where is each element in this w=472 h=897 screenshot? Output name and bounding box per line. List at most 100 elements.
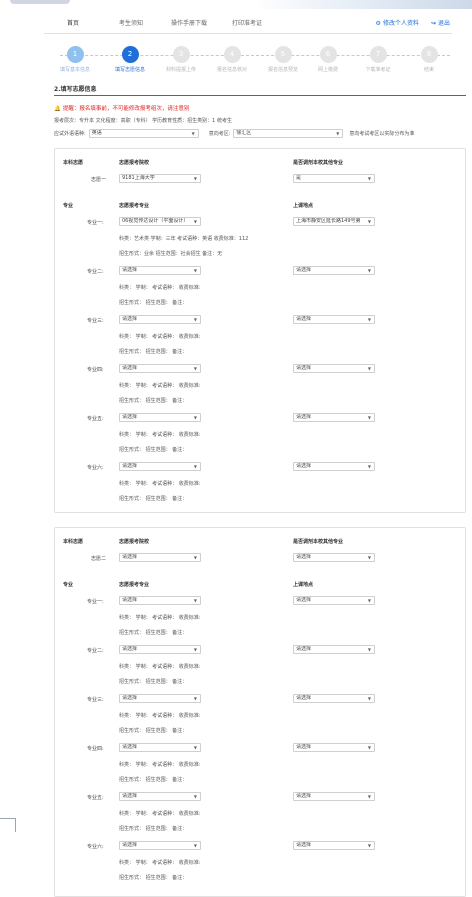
gear-icon: ⚙ xyxy=(375,20,381,27)
chevron-down-icon: ▼ xyxy=(367,176,371,181)
major-section-label: 专业 xyxy=(63,582,74,588)
step-number: 6 xyxy=(319,46,337,63)
chevron-down-icon: ▼ xyxy=(193,317,197,322)
chevron-down-icon: ▼ xyxy=(193,598,197,603)
major-detail-line1: 科类： 学制： 考试语种： 收费标准: xyxy=(119,432,201,438)
chevron-down-icon: ▼ xyxy=(367,555,371,560)
nav-manual-download[interactable]: 操作手册下载 xyxy=(160,17,218,31)
user-actions: ⚙ 修改个人资料 ↪ 退出 xyxy=(376,17,450,31)
language-select[interactable]: 英语 ▼ xyxy=(88,129,199,138)
chevron-down-icon: ▼ xyxy=(193,555,197,560)
major-section-label: 专业 xyxy=(63,203,74,209)
wish-card-2: 本科志愿 志愿报考院校 是否调剂本校其他专业 志愿二 请选择 ▼ 请选择 ▼ 专业 志愿报考专业上… xyxy=(54,527,466,897)
major-header: 志愿报考专业 xyxy=(119,582,150,588)
major-select[interactable]: 请选择 ▼ xyxy=(119,364,201,373)
location-select[interactable]: 请选择 ▼ xyxy=(293,792,375,801)
major-detail-line1: 科类： 学制： 考试语种： 收费标准: xyxy=(119,334,201,340)
chevron-down-icon: ▼ xyxy=(193,415,197,420)
major-detail-line2: 招生形式： 招生范围： 备注： xyxy=(119,300,188,306)
major-select[interactable]: 请选择 ▼ xyxy=(119,266,201,275)
edit-profile-link[interactable]: ⚙ 修改个人资料 xyxy=(376,17,419,31)
major-select[interactable]: 请选择 ▼ xyxy=(119,315,201,324)
area-label: 意向考区: xyxy=(208,131,231,137)
major-detail-line2: 招生形式： 招生范围： 备注： xyxy=(119,728,188,734)
major-detail-line1: 科类： 学制： 考试语种： 收费标准: xyxy=(119,664,201,670)
school-select[interactable]: 9181上海大学 ▼ xyxy=(119,174,201,183)
major-detail-line1: 科类：艺术类 学制：三年 考试语种：英语 收费标准：112 xyxy=(119,236,249,242)
major-label: 专业一: xyxy=(87,220,104,226)
major-select[interactable]: 请选择 ▼ xyxy=(119,694,201,703)
step-6: 6 网上缴费 xyxy=(305,46,351,73)
adjust-select[interactable]: 请选择 ▼ xyxy=(293,553,375,562)
major-select[interactable]: 请选择 ▼ xyxy=(119,462,201,471)
applicant-info: 报考层次：专升本 文化程度：高职（专科） 学历教育性质：招生类别：1 统考生 xyxy=(54,118,232,124)
major-label: 专业三: xyxy=(87,318,104,324)
major-select[interactable]: 请选择 ▼ xyxy=(119,743,201,752)
location-select[interactable]: 请选择 ▼ xyxy=(293,315,375,324)
wish-card-1: 本科志愿 志愿报考院校 是否调剂本校其他专业 志愿一 9181上海大学 ▼ 是 ▼ 专业 志愿报考… xyxy=(54,148,466,513)
step-number: 8 xyxy=(420,46,438,63)
major-select[interactable]: 请选择 ▼ xyxy=(119,792,201,801)
location-select[interactable]: 上海市静安区延长路149号第 ▼ xyxy=(293,217,375,226)
section-title: 2.填写志愿信息 xyxy=(54,86,97,93)
major-label: 专业六: xyxy=(87,844,104,850)
exam-filter: 应试外语语种: 英语 ▼ 意向考区: 徐汇区 ▼ 意向考试考区以实际分布为准 xyxy=(54,129,414,138)
area-note: 意向考试考区以实际分布为准 xyxy=(349,131,415,137)
step-label: 结束 xyxy=(423,67,434,73)
major-detail-line2: 招生形式： 招生范围： 备注： xyxy=(119,630,188,636)
logout-link[interactable]: ↪ 退出 xyxy=(431,17,450,31)
chevron-down-icon: ▼ xyxy=(367,843,371,848)
major-label: 专业二: xyxy=(87,269,104,275)
major-label: 专业五: xyxy=(87,795,104,801)
location-select[interactable]: 请选择 ▼ xyxy=(293,645,375,654)
school-header: 志愿报考院校 xyxy=(119,160,150,166)
step-number: 5 xyxy=(274,46,292,63)
major-detail-line2: 招生形式：业余 招生范围：社会招生 备注：无 xyxy=(119,251,223,257)
chevron-down-icon: ▼ xyxy=(367,794,371,799)
major-detail-line1: 科类： 学制： 考试语种： 收费标准: xyxy=(119,860,201,866)
adjust-select[interactable]: 是 ▼ xyxy=(293,174,375,183)
nav-notice[interactable]: 考生须知 xyxy=(102,17,160,31)
chevron-down-icon: ▼ xyxy=(193,219,197,224)
major-detail-line1: 科类： 学制： 考试语种： 收费标准: xyxy=(119,285,201,291)
major-detail-line2: 招生形式： 招生范围： 备注： xyxy=(119,679,188,685)
major-detail-line1: 科类： 学制： 考试语种： 收费标准: xyxy=(119,481,201,487)
wish-label: 志愿一 xyxy=(91,177,107,183)
chevron-down-icon: ▼ xyxy=(367,647,371,652)
adjust-header: 是否调剂本校其他专业 xyxy=(293,160,344,166)
major-detail-line2: 招生形式： 招生范围： 备注： xyxy=(119,496,188,502)
chevron-down-icon: ▼ xyxy=(367,317,371,322)
location-select[interactable]: 请选择 ▼ xyxy=(293,743,375,752)
location-select[interactable]: 请选择 ▼ xyxy=(293,413,375,422)
step-number: 3 xyxy=(172,46,190,63)
major-select[interactable]: 请选择 ▼ xyxy=(119,645,201,654)
wish-section-label: 本科志愿 xyxy=(63,160,84,166)
chevron-down-icon: ▼ xyxy=(193,794,197,799)
top-bar: 首页 考生须知 操作手册下载 打印准考证 ⚙ 修改个人资料 ↪ 退出 xyxy=(0,0,472,42)
major-detail-line2: 招生形式： 招生范围： 备注： xyxy=(119,349,188,355)
major-select[interactable]: 请选择 ▼ xyxy=(119,841,201,850)
step-number: 7 xyxy=(369,46,387,63)
location-select[interactable]: 请选择 ▼ xyxy=(293,596,375,605)
nav-home[interactable]: 首页 xyxy=(44,17,102,31)
major-select[interactable]: 请选择 ▼ xyxy=(119,596,201,605)
area-select[interactable]: 徐汇区 ▼ xyxy=(233,129,344,138)
major-select[interactable]: 请选择 ▼ xyxy=(119,413,201,422)
step-3: 3 材料提报上传 xyxy=(158,46,204,73)
major-select[interactable]: 06视觉传达设计（平面设计） ▼ xyxy=(119,217,201,226)
step-number: 1 xyxy=(66,46,84,63)
major-detail-line1: 科类： 学制： 考试语种： 收费标准: xyxy=(119,713,201,719)
step-label: 报名信息预览 xyxy=(267,67,298,73)
school-select[interactable]: 请选择 ▼ xyxy=(119,553,201,562)
nav-print-ticket[interactable]: 打印准考证 xyxy=(218,17,276,31)
location-select[interactable]: 请选择 ▼ xyxy=(293,462,375,471)
location-select[interactable]: 请选择 ▼ xyxy=(293,364,375,373)
location-select[interactable]: 请选择 ▼ xyxy=(293,694,375,703)
chevron-down-icon: ▼ xyxy=(193,745,197,750)
major-detail-line1: 科类： 学制： 考试语种： 收费标准: xyxy=(119,811,201,817)
chevron-down-icon: ▼ xyxy=(367,268,371,273)
chevron-down-icon: ▼ xyxy=(367,464,371,469)
location-select[interactable]: 请选择 ▼ xyxy=(293,266,375,275)
location-select[interactable]: 请选择 ▼ xyxy=(293,841,375,850)
logout-icon: ↪ xyxy=(430,20,436,27)
